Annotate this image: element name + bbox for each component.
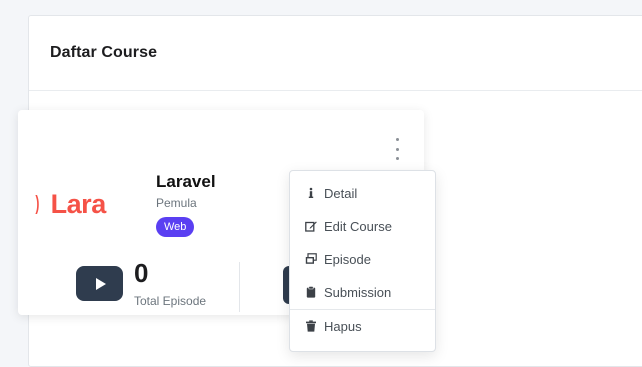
menu-item-detail[interactable]: Detail [290, 179, 435, 207]
course-name: Laravel [156, 172, 216, 191]
laravel-logo-text: Lara [50, 188, 107, 219]
category-badge: Web [156, 217, 195, 237]
laravel-logo: ) Lara [34, 188, 106, 220]
info-icon [304, 187, 318, 199]
menu-item-hapus[interactable]: Hapus [290, 312, 435, 340]
trash-icon [304, 320, 318, 332]
course-actions-dropdown: Detail Edit Course Episode Submission Ha… [289, 170, 436, 352]
menu-item-label: Edit Course [324, 218, 392, 234]
menu-item-edit-course[interactable]: Edit Course [290, 212, 435, 240]
panel-header: Daftar Course [29, 16, 642, 91]
menu-item-label: Episode [324, 251, 371, 267]
menu-item-label: Detail [324, 185, 358, 201]
menu-item-episode[interactable]: Episode [290, 245, 435, 273]
edit-icon [304, 220, 318, 232]
menu-item-label: Submission [324, 284, 392, 300]
episode-count: 0 [134, 258, 149, 288]
course-level: Pemula [156, 196, 197, 210]
play-icon [95, 277, 106, 290]
page-title: Daftar Course [50, 44, 158, 61]
kebab-menu-icon[interactable] [393, 138, 401, 160]
menu-item-submission[interactable]: Submission [290, 278, 435, 306]
episodes-icon [304, 253, 318, 265]
laravel-logo-mark-icon: ) [35, 192, 40, 215]
clipboard-icon [304, 286, 318, 298]
play-button[interactable] [76, 266, 123, 301]
stats-divider [239, 262, 240, 312]
menu-item-label: Hapus [324, 318, 362, 334]
episode-count-label: Total Episode [134, 294, 207, 308]
menu-divider [290, 309, 435, 310]
